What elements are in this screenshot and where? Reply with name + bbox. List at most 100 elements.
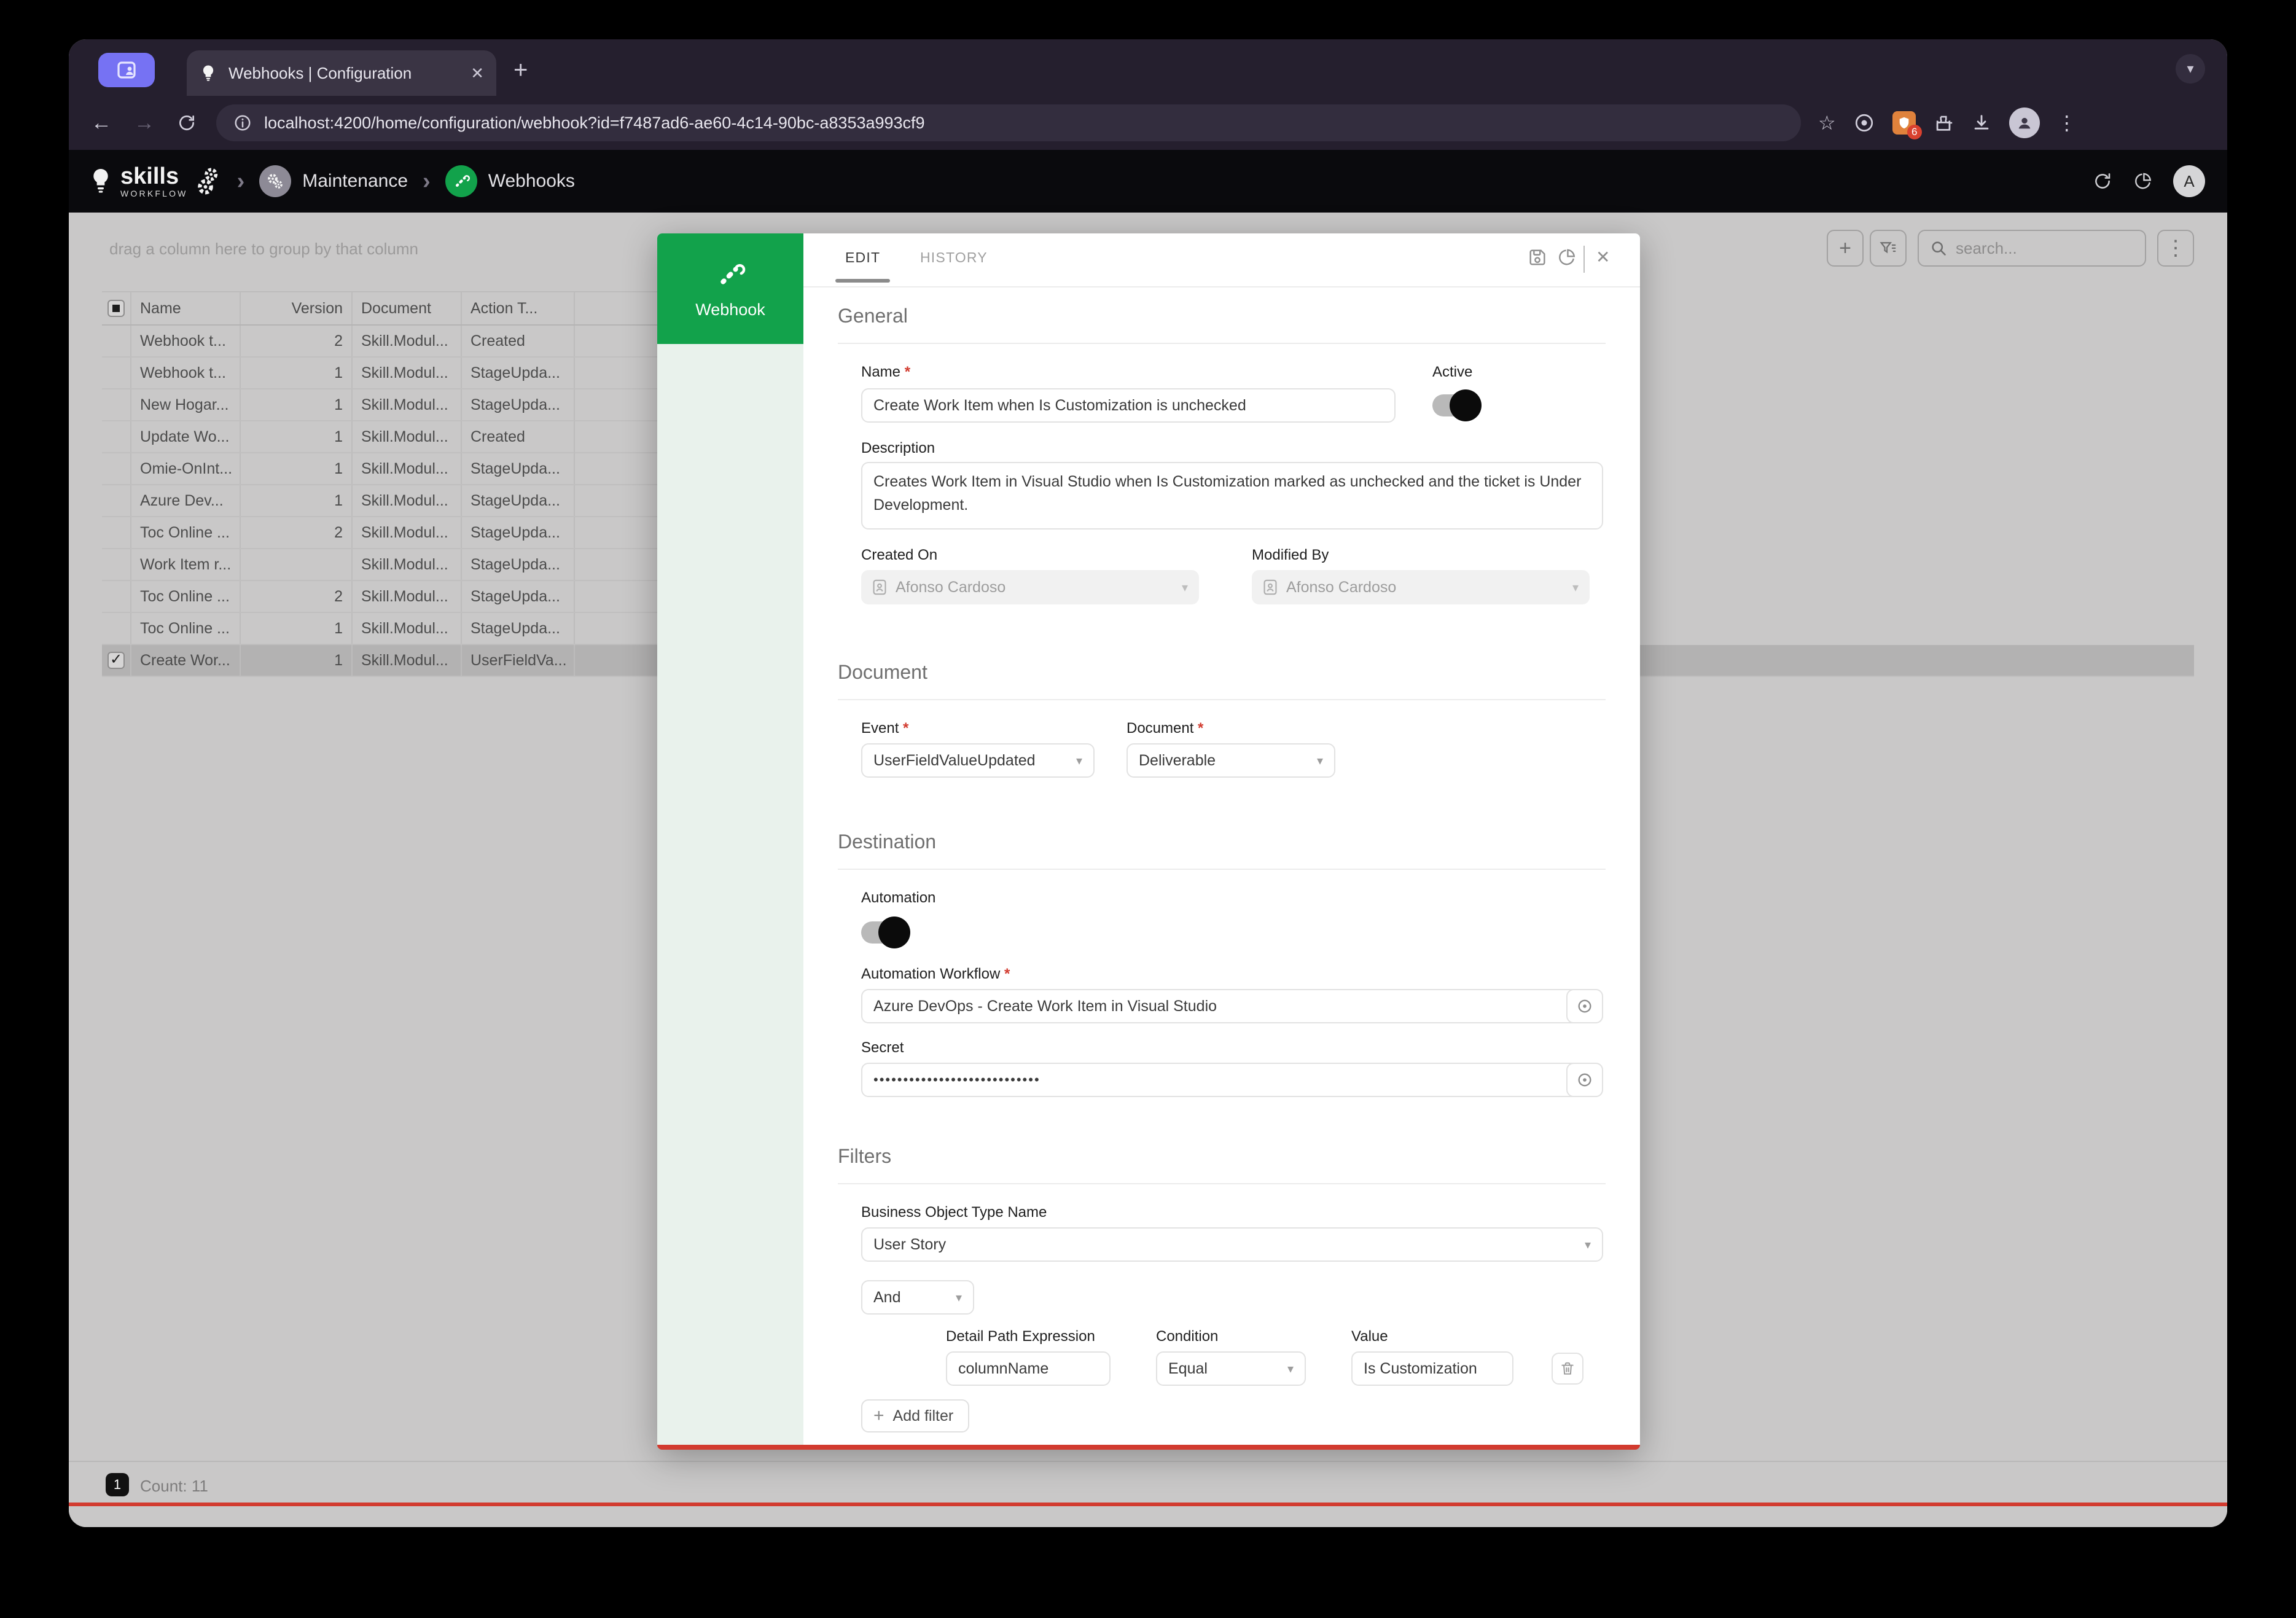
column-header-action[interactable]: Action T... [462,292,575,324]
automation-workflow-input[interactable] [861,989,1603,1023]
tab-close-icon[interactable]: ✕ [471,64,484,83]
grid-toolbar: + ⋮ [1827,230,2194,267]
section-destination: Destination [838,830,936,853]
downloads-icon[interactable] [1971,112,1992,133]
plus-icon: + [873,1405,884,1426]
breadcrumb-separator: › [423,168,431,195]
tab-list-chevron-icon[interactable]: ▾ [2176,54,2205,84]
table-header-row: Name Version Document Action T... [102,291,683,326]
value-label: Value [1351,1328,1388,1345]
table-row[interactable]: Update Wo...1Skill.Modul...Created [102,421,683,453]
grid-search[interactable] [1918,230,2146,267]
active-label: Active [1432,364,1472,381]
browser-profile-avatar[interactable] [2009,107,2040,138]
filter-operator-select[interactable]: And▾ [861,1280,974,1315]
breadcrumb-webhooks[interactable]: Webhooks [445,165,575,197]
reload-button[interactable] [177,113,197,133]
workspace-button[interactable] [98,53,155,87]
address-bar[interactable]: localhost:4200/home/configuration/webhoo… [216,104,1801,141]
maintenance-gears-icon [265,171,285,191]
chevron-down-icon: ▾ [1076,753,1082,768]
back-button[interactable]: ← [91,111,112,135]
detail-path-expression-input[interactable] [946,1351,1111,1386]
url-text: localhost:4200/home/configuration/webhoo… [264,114,925,133]
save-floppy-icon [1527,247,1548,268]
table-row[interactable]: Toc Online ...2Skill.Modul...StageUpda..… [102,517,683,549]
pie-chart-button[interactable] [1556,247,1577,268]
search-icon [1930,240,1947,257]
secret-eye-button[interactable] [1566,1063,1603,1097]
secret-input[interactable] [861,1063,1603,1097]
description-textarea[interactable]: Creates Work Item in Visual Studio when … [861,462,1603,530]
site-info-icon[interactable] [233,114,252,132]
condition-select[interactable]: Equal▾ [1156,1351,1306,1386]
browser-menu-kebab-icon[interactable]: ⋮ [2057,111,2077,135]
close-panel-button[interactable]: ✕ [1596,247,1610,267]
refresh-icon[interactable] [2092,171,2113,192]
business-object-type-name-label: Business Object Type Name [861,1204,1047,1221]
breadcrumb-maintenance[interactable]: Maintenance [259,165,408,197]
tab-edit[interactable]: EDIT [845,249,880,266]
table-row[interactable]: Toc Online ...2Skill.Modul...StageUpda..… [102,581,683,613]
search-input[interactable] [1956,239,2128,258]
column-header-version[interactable]: Version [241,292,353,324]
chevron-down-icon: ▾ [1317,753,1323,768]
app-header: skills WORKFLOW › Maintenance › Webhooks… [69,150,2227,213]
extension-badge: 6 [1907,125,1922,139]
new-tab-button[interactable]: + [513,57,528,84]
add-webhook-button[interactable]: + [1827,230,1864,267]
person-card-icon [872,579,887,595]
table-row[interactable]: Azure Dev...1Skill.Modul...StageUpda... [102,485,683,517]
business-object-type-select[interactable]: User Story▾ [861,1227,1603,1262]
panel-sidebar: Webhook [657,233,803,1445]
delete-filter-button[interactable] [1552,1353,1583,1385]
table-row[interactable]: Webhook t...1Skill.Modul...StageUpda... [102,358,683,389]
table-row[interactable]: Omie-OnInt...1Skill.Modul...StageUpda... [102,453,683,485]
name-input[interactable] [861,388,1396,423]
adblock-extension-icon[interactable]: 6 [1892,111,1916,135]
filter-button[interactable] [1870,230,1907,267]
event-select[interactable]: UserFieldValueUpdated▾ [861,743,1095,778]
active-toggle[interactable] [1432,394,1477,416]
workflow-eye-button[interactable] [1566,989,1603,1023]
pie-chart-icon[interactable] [2133,171,2153,192]
chevron-down-icon: ▾ [956,1290,962,1305]
browser-window: Webhooks | Configuration ✕ + ▾ ← → local… [69,39,2227,1527]
bookmark-star-icon[interactable]: ☆ [1818,111,1836,135]
event-label: Event [861,720,908,737]
column-header-name[interactable]: Name [131,292,241,324]
table-row[interactable]: Toc Online ...1Skill.Modul...StageUpda..… [102,613,683,645]
table-row[interactable]: Webhook t...2Skill.Modul...Created [102,326,683,358]
document-select[interactable]: Deliverable▾ [1127,743,1335,778]
webhook-type-tile: Webhook [657,233,803,344]
extensions-puzzle-icon[interactable] [1933,112,1954,133]
app-logo[interactable]: skills WORKFLOW [88,165,222,198]
filter-value-input[interactable] [1351,1351,1513,1386]
grid-menu-button[interactable]: ⋮ [2157,230,2194,267]
page-number-badge[interactable]: 1 [106,1473,129,1496]
add-filter-button[interactable]: + Add filter [861,1399,969,1432]
browser-tab-strip: Webhooks | Configuration ✕ + ▾ [69,39,2227,96]
automation-toggle[interactable] [861,921,905,944]
modified-by-label: Modified By [1252,547,1329,564]
table-row[interactable]: New Hogar...1Skill.Modul...StageUpda... [102,389,683,421]
column-header-document[interactable]: Document [353,292,462,324]
select-all-checkbox[interactable] [102,292,131,324]
tab-history[interactable]: HISTORY [920,249,988,266]
row-checkbox[interactable] [102,645,131,676]
extension-circle-icon[interactable] [1853,112,1875,134]
automation-label: Automation [861,889,935,907]
user-avatar[interactable]: A [2173,165,2205,197]
table-row[interactable]: Work Item r...Skill.Modul...StageUpda... [102,549,683,581]
logo-gears-icon [195,166,222,196]
status-separator [69,1461,2227,1462]
webhook-icon [452,172,471,190]
browser-tab[interactable]: Webhooks | Configuration ✕ [187,50,496,96]
forward-button[interactable]: → [134,111,155,135]
save-button[interactable] [1527,247,1548,268]
created-on-select: Afonso Cardoso▾ [861,570,1199,604]
webhook-icon [714,259,746,291]
pie-chart-icon [1556,247,1577,268]
document-label: Document [1127,720,1203,737]
person-card-icon [1263,579,1278,595]
